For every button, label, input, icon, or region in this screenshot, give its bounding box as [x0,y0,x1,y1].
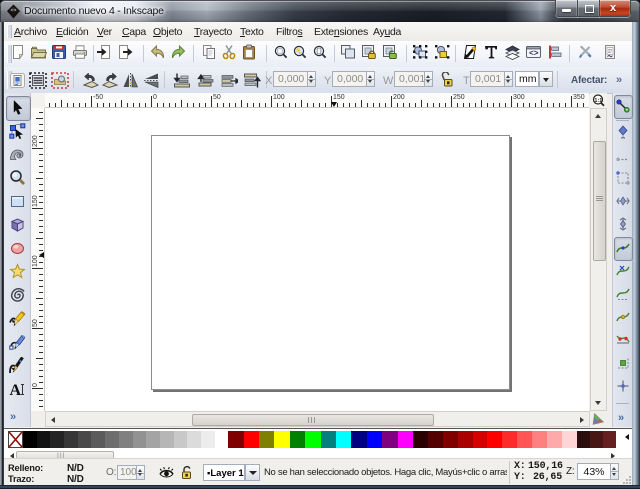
svg-text:<>: <> [529,50,539,59]
svg-text:A: A [9,382,21,398]
svg-text:1:1: 1:1 [594,98,602,104]
